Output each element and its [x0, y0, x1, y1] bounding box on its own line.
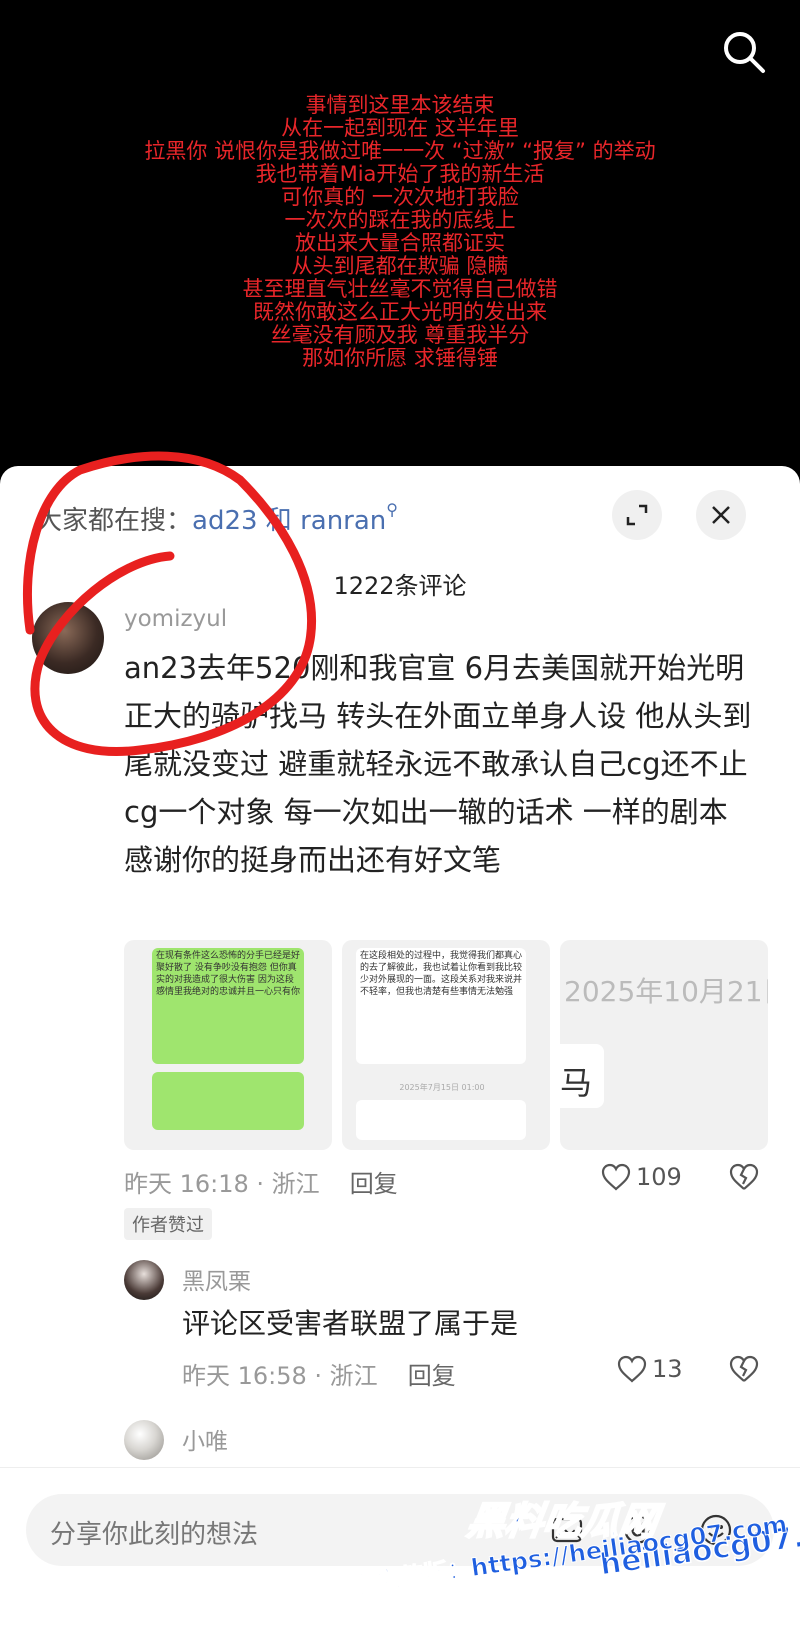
expand-icon: [626, 504, 648, 526]
comment-image-2[interactable]: 在这段相处的过程中，我觉得我们都真心的去了解彼此，我也试着让你看到我比较少对外展…: [342, 940, 550, 1150]
subtitle-line: 我也带着Mia开始了我的新生活: [255, 162, 545, 186]
chat-screenshot-text: 在这段相处的过程中，我觉得我们都真心的去了解彼此，我也试着让你看到我比较少对外展…: [360, 951, 523, 997]
search-icon: [724, 32, 765, 73]
reply-button[interactable]: 回复: [408, 1362, 456, 1390]
subtitle-line: 拉黑你 说恨你是我做过唯一一次 “过激” “报复” 的举动: [144, 139, 656, 163]
comment-username[interactable]: 黑凤栗: [182, 1262, 251, 1296]
comment-image-1[interactable]: 在现有条件这么恐怖的分手已经是好聚好散了 没有争吵没有抱怨 但你真实的对我造成了…: [124, 940, 332, 1150]
like-count: 13: [652, 1355, 683, 1383]
trending-search[interactable]: 大家都在搜：ad23 和 ranran⚲: [36, 500, 398, 537]
subtitle-line: 可你真的 一次次地打我脸: [281, 185, 519, 209]
chat-screenshot-date: 2025年7月15日 01:00: [399, 1083, 485, 1092]
subtitle-line: 从头到尾都在欺骗 隐瞒: [291, 254, 509, 278]
like-count: 109: [636, 1163, 682, 1191]
avatar[interactable]: [124, 1420, 164, 1460]
subtitle-line: 从在一起到现在 这半年里: [281, 116, 519, 140]
comment-time: 昨天 16:18 · 浙江: [124, 1170, 320, 1198]
comment-image-3[interactable]: 2025年10月21日 马: [560, 940, 768, 1150]
comment-time: 昨天 16:58 · 浙江: [182, 1362, 378, 1390]
like-button[interactable]: 13: [616, 1354, 683, 1384]
avatar[interactable]: [32, 602, 104, 674]
search-button[interactable]: [718, 26, 770, 78]
dislike-button[interactable]: [728, 1354, 760, 1384]
comment-text: 评论区受害者联盟了属于是: [182, 1307, 519, 1340]
subtitle-line: 那如你所愿 求锤得锤: [302, 346, 498, 370]
comment-text: an23去年520刚和我官宣 6月去美国就开始光明正大的骑驴找马 转头在外面立单…: [124, 651, 752, 877]
close-icon: [712, 506, 730, 524]
subtitle-line: 放出来大量合照都证实: [295, 231, 505, 255]
video-area[interactable]: 事情到这里本该结束 从在一起到现在 这半年里 拉黑你 说恨你是我做过唯一一次 “…: [0, 0, 800, 470]
subtitle-line: 事情到这里本该结束: [305, 93, 495, 117]
comment-username[interactable]: 小唯: [182, 1422, 228, 1456]
comments-sheet: 大家都在搜：ad23 和 ranran⚲ 1222条评论 yomizyul an…: [0, 466, 800, 1643]
broken-heart-icon: [729, 1163, 759, 1190]
expand-button[interactable]: [612, 490, 662, 540]
comment-username[interactable]: yomizyul: [124, 606, 227, 632]
close-button[interactable]: [696, 490, 746, 540]
subtitle-line: 一次次的踩在我的底线上: [284, 208, 516, 232]
author-liked-badge: 作者赞过: [124, 1208, 212, 1240]
subtitle-line: 甚至理直气壮丝毫不觉得自己做错: [242, 277, 558, 301]
trending-query[interactable]: ad23 和 ranran: [192, 506, 386, 536]
chat-screenshot-text: 在现有条件这么恐怖的分手已经是好聚好散了 没有争吵没有抱怨 但你真实的对我造成了…: [156, 951, 301, 997]
comment-images: 在现有条件这么恐怖的分手已经是好聚好散了 没有争吵没有抱怨 但你真实的对我造成了…: [124, 940, 768, 1150]
video-subtitles: 事情到这里本该结束 从在一起到现在 这半年里 拉黑你 说恨你是我做过唯一一次 “…: [0, 94, 800, 370]
subtitle-line: 既然你敢这么正大光明的发出来: [253, 300, 547, 324]
chat-screenshot-date: 2025年10月21日: [564, 975, 768, 1008]
comment-count: 1222条评论: [333, 572, 467, 600]
chat-screenshot-text: 马: [560, 1064, 593, 1102]
like-button[interactable]: 109: [600, 1162, 682, 1192]
avatar[interactable]: [124, 1260, 164, 1300]
broken-heart-icon: [729, 1355, 759, 1382]
subtitle-line: 丝毫没有顾及我 尊重我半分: [270, 323, 530, 347]
comment-meta: 昨天 16:58 · 浙江 回复: [182, 1356, 456, 1391]
trending-search-icon: ⚲: [386, 500, 398, 519]
comment-meta: 昨天 16:18 · 浙江 回复: [124, 1164, 398, 1199]
trending-label: 大家都在搜：: [36, 506, 193, 536]
dislike-button[interactable]: [728, 1162, 760, 1192]
heart-icon: [601, 1163, 631, 1191]
reply-button[interactable]: 回复: [350, 1170, 398, 1198]
comment-input-placeholder: 分享你此刻的想法: [50, 1520, 259, 1550]
heart-icon: [617, 1355, 647, 1383]
